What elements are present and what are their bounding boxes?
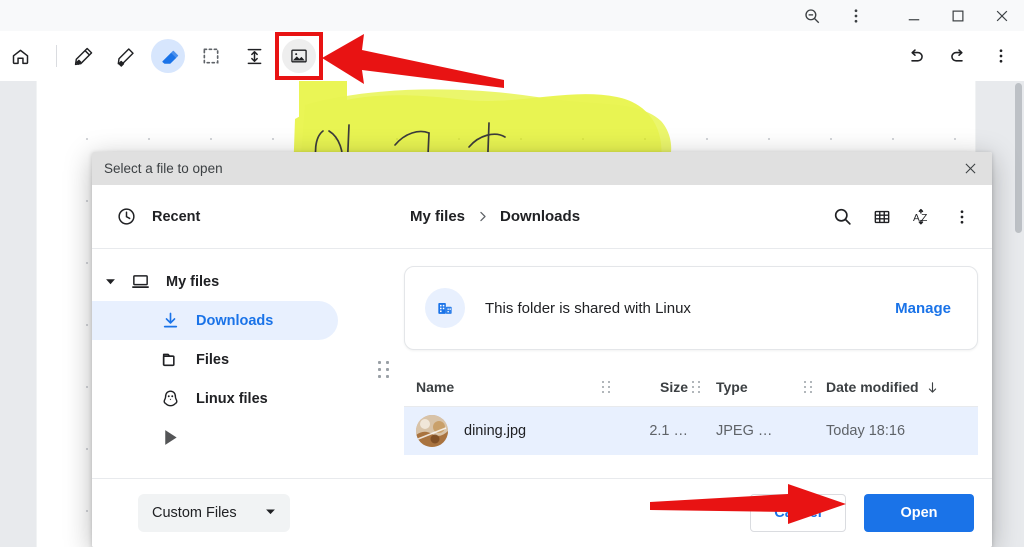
sidebar-item-files-label: Files <box>196 351 230 368</box>
breadcrumb-current[interactable]: Downloads <box>494 204 586 229</box>
column-header-date-modified-label: Date modified <box>826 379 919 395</box>
sidebar-item-my-files-label: My files <box>166 273 220 290</box>
navigation-pane: Recent My files Downloads Files Linux fi… <box>92 185 390 478</box>
insert-space-icon[interactable] <box>237 39 271 73</box>
chevron-right-icon <box>475 209 490 224</box>
canvas-scrollbar[interactable] <box>1012 81 1024 547</box>
select-icon[interactable] <box>194 39 228 73</box>
drawing-toolbar <box>0 31 1024 82</box>
dialog-title-bar: Select a file to open <box>92 152 992 185</box>
app-window: Select a file to open Recent My files Do… <box>0 0 1024 547</box>
row-grip-spacer <box>688 425 704 438</box>
file-list-scroll[interactable]: This folder is shared with Linux Manage … <box>390 249 992 478</box>
column-header-date-modified[interactable]: Date modified <box>816 379 978 395</box>
titlebar-more-vert-icon[interactable] <box>834 0 878 31</box>
penguin-icon <box>158 387 182 411</box>
sidebar-item-recent[interactable]: Recent <box>92 185 390 249</box>
clock-icon <box>114 205 138 229</box>
grid-view-icon[interactable] <box>862 197 902 237</box>
sidebar-item-linux-files[interactable]: Linux files <box>92 379 338 418</box>
row-grip-spacer <box>800 425 816 438</box>
toolbar-more-vert-icon[interactable] <box>984 39 1018 73</box>
file-thumbnail <box>416 415 448 447</box>
window-controls <box>892 0 1024 31</box>
file-table: Name Size Type Date modified dining.jpg … <box>404 368 978 455</box>
column-header-type[interactable]: Type <box>704 379 800 395</box>
content-header: My files Downloads A Z <box>390 185 992 249</box>
play-files-icon <box>158 426 182 450</box>
search-icon[interactable] <box>822 197 862 237</box>
file-type-cell: JPEG … <box>716 423 773 439</box>
pane-divider <box>389 185 390 478</box>
manage-share-link[interactable]: Manage <box>887 294 959 323</box>
table-row[interactable]: dining.jpg 2.1 … JPEG … Today 18:16 <box>404 407 978 455</box>
folder-tree: My files Downloads Files Linux files <box>92 249 390 478</box>
sort-descending-arrow-icon <box>925 380 940 395</box>
file-date-modified-cell: Today 18:16 <box>826 423 906 439</box>
breadcrumb-root[interactable]: My files <box>404 204 471 229</box>
laptop-icon <box>128 270 152 294</box>
file-type-select-label: Custom Files <box>152 505 237 521</box>
redo-icon[interactable] <box>941 39 975 73</box>
annotation-arrow-top <box>322 34 504 88</box>
toolbar-divider <box>56 45 57 67</box>
column-resize-grip[interactable] <box>688 380 704 394</box>
annotation-arrow-bottom <box>650 484 846 524</box>
sidebar-item-downloads-label: Downloads <box>196 312 274 329</box>
highlighter-icon[interactable] <box>108 39 142 73</box>
download-icon <box>158 309 182 333</box>
dialog-close-icon[interactable] <box>948 152 992 185</box>
folder-icon <box>158 348 182 372</box>
linux-share-text: This folder is shared with Linux <box>485 299 691 317</box>
column-resize-grip[interactable] <box>800 380 816 394</box>
dialog-body: Recent My files Downloads Files Linux fi… <box>92 185 992 478</box>
sidebar-item-downloads[interactable]: Downloads <box>92 301 338 340</box>
zoom-out-icon[interactable] <box>790 0 834 31</box>
close-icon[interactable] <box>980 0 1024 31</box>
row-grip-spacer <box>598 425 614 438</box>
sort-az-icon[interactable]: A Z <box>902 197 942 237</box>
linux-share-banner: This folder is shared with Linux Manage <box>404 266 978 350</box>
undo-icon[interactable] <box>898 39 932 73</box>
window-title-bar <box>0 0 1024 32</box>
column-header-name[interactable]: Name <box>404 379 598 395</box>
minimize-icon[interactable] <box>892 0 936 31</box>
open-button[interactable]: Open <box>864 494 974 532</box>
file-name-cell[interactable]: dining.jpg <box>404 415 598 447</box>
sidebar-item-linux-files-label: Linux files <box>196 390 268 407</box>
canvas-scrollbar-thumb[interactable] <box>1015 83 1022 233</box>
annotation-highlight-box <box>275 32 323 80</box>
content-pane: My files Downloads A Z This folder is sh… <box>390 185 992 478</box>
column-resize-grip[interactable] <box>598 380 614 394</box>
sidebar-item-files[interactable]: Files <box>92 340 338 379</box>
eraser-icon[interactable] <box>151 39 185 73</box>
maximize-icon[interactable] <box>936 0 980 31</box>
file-type-select[interactable]: Custom Files <box>138 494 290 532</box>
shared-folder-icon <box>425 288 465 328</box>
sidebar-item-recent-label: Recent <box>152 208 201 225</box>
table-header-row: Name Size Type Date modified <box>404 368 978 407</box>
sidebar-item-my-files[interactable]: My files <box>92 262 338 301</box>
column-header-size[interactable]: Size <box>614 379 688 395</box>
file-name-text: dining.jpg <box>464 423 527 439</box>
dialog-more-vert-icon[interactable] <box>942 197 982 237</box>
breadcrumb: My files Downloads <box>404 204 822 229</box>
dialog-footer: Custom Files Cancel Open <box>92 478 992 547</box>
dialog-title: Select a file to open <box>104 161 223 176</box>
home-icon[interactable] <box>3 39 37 73</box>
chevron-down-icon[interactable] <box>100 276 120 287</box>
chevron-down-icon <box>265 505 276 521</box>
pen-icon[interactable] <box>66 39 100 73</box>
file-picker-dialog: Select a file to open Recent My files Do… <box>92 152 992 547</box>
file-size-cell: 2.1 … <box>649 423 688 439</box>
sidebar-item-partial[interactable] <box>92 418 338 457</box>
header-actions: A Z <box>822 197 982 237</box>
